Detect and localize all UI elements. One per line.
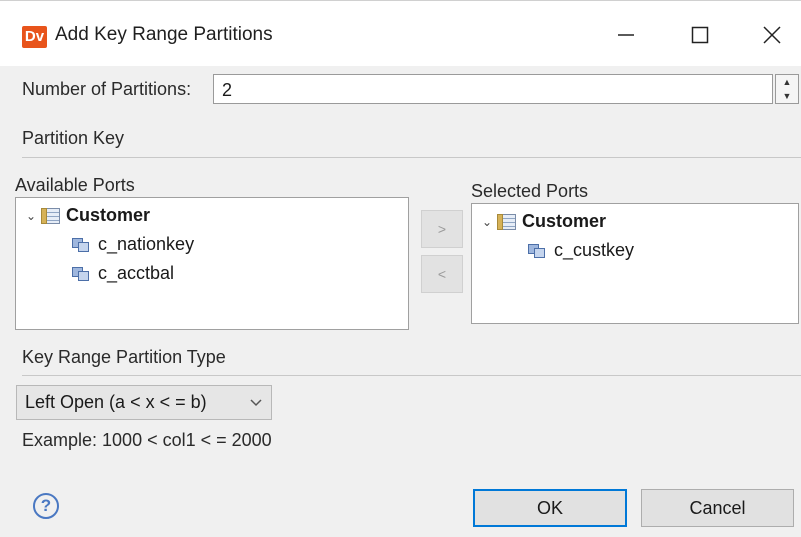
table-icon [41,207,60,224]
port-icon [72,266,90,281]
available-ports-label: Available Ports [15,175,135,195]
partition-type-select[interactable]: Left Open (a < x < = b) [16,385,272,420]
tree-item-port[interactable]: c_nationkey [72,234,194,255]
chevron-down-icon[interactable]: ⌄ [480,215,494,229]
partition-key-heading: Partition Key [22,128,125,148]
close-button[interactable] [748,15,796,55]
ok-button[interactable]: OK [473,489,627,527]
key-range-type-divider [22,375,801,376]
app-logo-icon: Dv [22,26,47,48]
add-port-button[interactable]: > [421,210,463,248]
spin-up-icon[interactable]: ▲ [776,75,798,89]
close-icon [763,26,781,44]
minimize-icon [618,34,634,36]
selected-ports-label: Selected Ports [471,181,589,201]
key-range-type-heading: Key Range Partition Type [22,347,226,367]
tree-item-port[interactable]: c_custkey [528,240,634,261]
help-icon[interactable]: ? [33,493,59,519]
chevron-down-icon [250,398,262,406]
title-bar: Dv Add Key Range Partitions [0,0,801,66]
partition-example: Example: 1000 < col1 < = 2000 [22,430,272,450]
maximize-button[interactable] [676,15,724,55]
minimize-button[interactable] [602,15,650,55]
tree-node-customer[interactable]: ⌄ Customer [24,205,150,226]
tree-node-label: Customer [522,211,607,231]
spin-down-icon[interactable]: ▼ [776,89,798,103]
cancel-button[interactable]: Cancel [641,489,794,527]
partition-key-divider [22,157,801,158]
maximize-icon [691,26,709,44]
port-icon [72,237,90,252]
partitions-input[interactable]: 2 [213,74,773,104]
tree-node-customer[interactable]: ⌄ Customer [480,211,606,232]
tree-node-label: Customer [66,205,151,225]
port-label: c_nationkey [98,234,195,254]
selected-ports-tree[interactable]: ⌄ Customer c_custkey [471,203,799,324]
remove-port-button[interactable]: < [421,255,463,293]
available-ports-tree[interactable]: ⌄ Customer c_nationkey c_acctbal [15,197,409,330]
window-title: Add Key Range Partitions [55,24,273,45]
port-label: c_custkey [554,240,635,260]
partition-type-value: Left Open (a < x < = b) [25,392,207,412]
port-icon [528,243,546,258]
partitions-label: Number of Partitions: [22,79,192,99]
chevron-down-icon[interactable]: ⌄ [24,209,38,223]
table-icon [497,213,516,230]
tree-item-port[interactable]: c_acctbal [72,263,174,284]
partitions-spinner[interactable]: ▲ ▼ [775,74,799,104]
port-label: c_acctbal [98,263,175,283]
